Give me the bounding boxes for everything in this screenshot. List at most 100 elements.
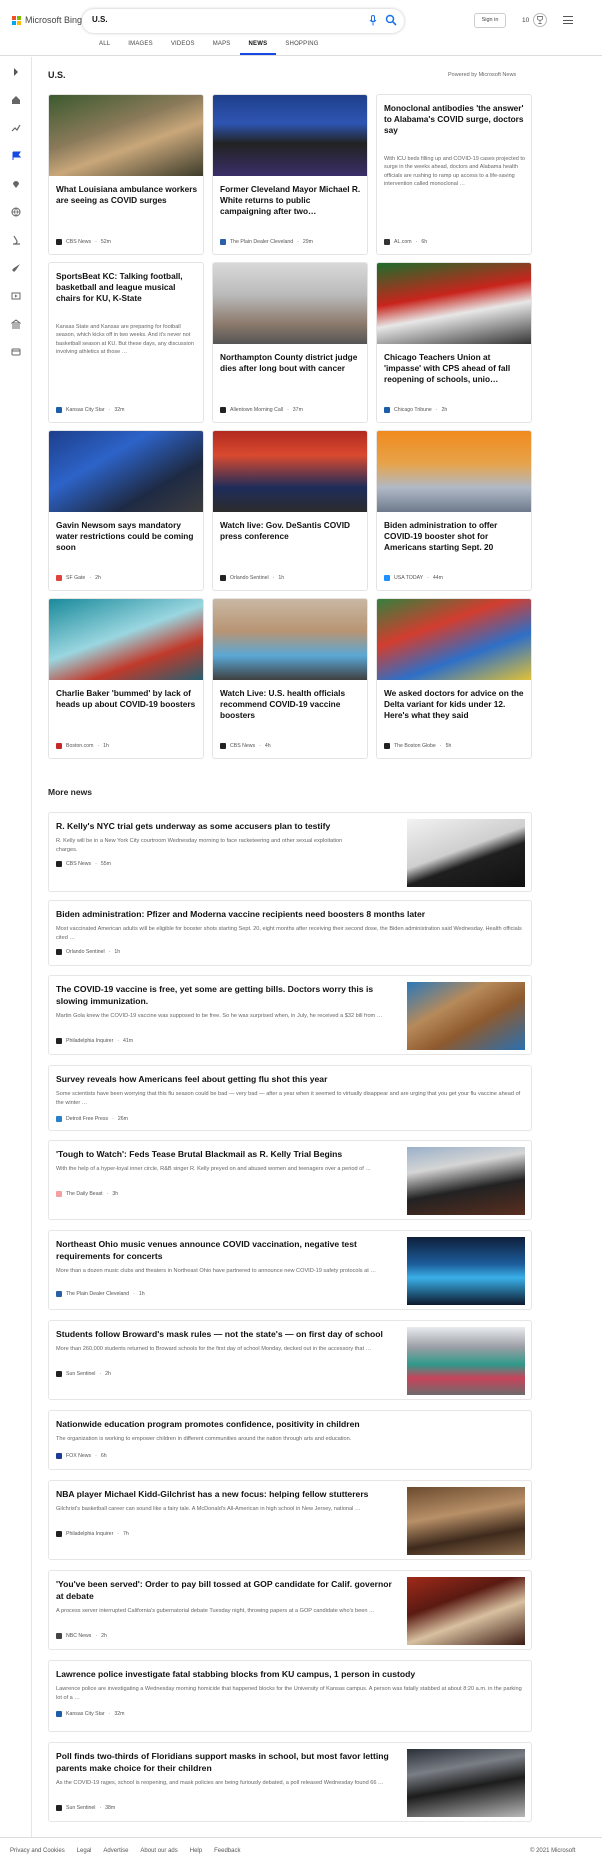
news-row-image[interactable] xyxy=(407,1749,525,1817)
news-row-title[interactable]: Nationwide education program promotes co… xyxy=(56,1418,526,1430)
news-card-title[interactable]: Monoclonal antibodies 'the answer' to Al… xyxy=(384,103,526,136)
news-card-source[interactable]: The Boston Globe · 5h xyxy=(384,743,451,749)
trending-icon[interactable] xyxy=(11,123,21,133)
news-row[interactable]: 'You've been served': Order to pay bill … xyxy=(48,1570,532,1650)
news-row-title[interactable]: The COVID-19 vaccine is free, yet some a… xyxy=(56,983,396,1007)
news-card-source[interactable]: AL.com · 6h xyxy=(384,239,427,245)
footer-privacy-link[interactable]: Privacy and Cookies xyxy=(10,1848,65,1854)
news-card-source[interactable]: Boston.com · 1h xyxy=(56,743,109,749)
news-card[interactable]: Charlie Baker 'bummed' by lack of heads … xyxy=(48,598,204,759)
news-row-source[interactable]: Sun Sentinel · 2h xyxy=(56,1371,111,1377)
news-card-source[interactable]: CBS News · 52m xyxy=(56,239,111,245)
news-card-title[interactable]: Gavin Newsom says mandatory water restri… xyxy=(56,520,198,553)
news-row-source[interactable]: CBS News · 55m xyxy=(56,861,111,867)
news-row[interactable]: Students follow Broward's mask rules — n… xyxy=(48,1320,532,1400)
news-card[interactable]: Watch Live: U.S. health officials recomm… xyxy=(212,598,368,759)
rocket-icon[interactable] xyxy=(11,263,21,273)
news-row-source[interactable]: Orlando Sentinel · 1h xyxy=(56,949,120,955)
news-card[interactable]: Former Cleveland Mayor Michael R. White … xyxy=(212,94,368,255)
news-row[interactable]: Northeast Ohio music venues announce COV… xyxy=(48,1230,532,1310)
search-box[interactable]: U.S. xyxy=(82,9,404,33)
news-card[interactable]: Northampton County district judge dies a… xyxy=(212,262,368,423)
news-card-title[interactable]: Biden administration to offer COVID-19 b… xyxy=(384,520,526,553)
bank-icon[interactable] xyxy=(11,319,21,329)
news-card-source[interactable]: The Plain Dealer Cleveland · 29m xyxy=(220,239,313,245)
news-row[interactable]: R. Kelly's NYC trial gets underway as so… xyxy=(48,812,532,892)
footer-help-link[interactable]: Help xyxy=(190,1848,202,1854)
news-row-source[interactable]: Philadelphia Inquirer · 7h xyxy=(56,1531,129,1537)
news-row-source[interactable]: NBC News · 2h xyxy=(56,1633,107,1639)
news-card-image[interactable] xyxy=(213,599,367,680)
tab-all[interactable]: ALL xyxy=(90,40,119,55)
tab-videos[interactable]: VIDEOS xyxy=(162,40,204,55)
film-icon[interactable] xyxy=(11,291,21,301)
news-card[interactable]: SportsBeat KC: Talking football, basketb… xyxy=(48,262,204,423)
news-card-image[interactable] xyxy=(49,599,203,680)
news-card-source[interactable]: SF Gate · 2h xyxy=(56,575,101,581)
news-row[interactable]: The COVID-19 vaccine is free, yet some a… xyxy=(48,975,532,1055)
news-row-image[interactable] xyxy=(407,1237,525,1305)
news-card-source[interactable]: Chicago Tribune · 2h xyxy=(384,407,447,413)
news-row-title[interactable]: Poll finds two-thirds of Floridians supp… xyxy=(56,1750,396,1774)
news-card-title[interactable]: Former Cleveland Mayor Michael R. White … xyxy=(220,184,362,217)
news-row-image[interactable] xyxy=(407,1147,525,1215)
rewards-button[interactable]: 10 xyxy=(522,13,548,27)
news-card-title[interactable]: Watch live: Gov. DeSantis COVID press co… xyxy=(220,520,362,542)
menu-icon[interactable] xyxy=(563,16,573,24)
news-row-title[interactable]: Northeast Ohio music venues announce COV… xyxy=(56,1238,396,1262)
sign-in-button[interactable]: Sign in xyxy=(474,13,506,28)
expand-icon[interactable] xyxy=(11,67,21,77)
footer-legal-link[interactable]: Legal xyxy=(77,1848,92,1854)
tab-news[interactable]: NEWS xyxy=(239,40,277,55)
news-row-title[interactable]: Lawrence police investigate fatal stabbi… xyxy=(56,1668,526,1680)
news-row-title[interactable]: 'You've been served': Order to pay bill … xyxy=(56,1578,396,1602)
microscope-icon[interactable] xyxy=(11,235,21,245)
news-row[interactable]: Survey reveals how Americans feel about … xyxy=(48,1065,532,1131)
news-card[interactable]: Gavin Newsom says mandatory water restri… xyxy=(48,430,204,591)
news-row-image[interactable] xyxy=(407,1577,525,1645)
news-card-source[interactable]: USA TODAY · 44m xyxy=(384,575,443,581)
news-card[interactable]: Watch live: Gov. DeSantis COVID press co… xyxy=(212,430,368,591)
news-card-title[interactable]: SportsBeat KC: Talking football, basketb… xyxy=(56,271,198,304)
news-card-title[interactable]: Charlie Baker 'bummed' by lack of heads … xyxy=(56,688,198,710)
news-card-title[interactable]: Chicago Teachers Union at 'impasse' with… xyxy=(384,352,526,385)
news-card-title[interactable]: Northampton County district judge dies a… xyxy=(220,352,362,374)
news-row-source[interactable]: Kansas City Star · 32m xyxy=(56,1711,124,1717)
news-row-image[interactable] xyxy=(407,1327,525,1395)
news-row-title[interactable]: Survey reveals how Americans feel about … xyxy=(56,1073,526,1085)
news-row-image[interactable] xyxy=(407,819,525,887)
news-row[interactable]: NBA player Michael Kidd-Gilchrist has a … xyxy=(48,1480,532,1560)
news-card-image[interactable] xyxy=(377,599,531,680)
news-card-source[interactable]: Kansas City Star · 32m xyxy=(56,407,124,413)
news-row-image[interactable] xyxy=(407,982,525,1050)
news-row-title[interactable]: 'Tough to Watch': Feds Tease Brutal Blac… xyxy=(56,1148,396,1160)
location-icon[interactable] xyxy=(11,179,21,189)
search-icon[interactable] xyxy=(385,14,397,26)
news-card-image[interactable] xyxy=(213,263,367,344)
powered-by-label[interactable]: Powered by Microsoft News xyxy=(448,72,516,78)
footer-feedback-link[interactable]: Feedback xyxy=(214,1848,240,1854)
news-card-source[interactable]: Allentown Morning Call · 37m xyxy=(220,407,303,413)
news-row-title[interactable]: R. Kelly's NYC trial gets underway as so… xyxy=(56,820,356,832)
news-card-title[interactable]: We asked doctors for advice on the Delta… xyxy=(384,688,526,721)
home-icon[interactable] xyxy=(11,95,21,105)
news-card-image[interactable] xyxy=(49,95,203,176)
wallet-icon[interactable] xyxy=(11,347,21,357)
news-row-image[interactable] xyxy=(407,1487,525,1555)
news-card[interactable]: We asked doctors for advice on the Delta… xyxy=(376,598,532,759)
news-card-image[interactable] xyxy=(213,431,367,512)
news-card[interactable]: What Louisiana ambulance workers are see… xyxy=(48,94,204,255)
news-card-image[interactable] xyxy=(49,431,203,512)
news-card[interactable]: Monoclonal antibodies 'the answer' to Al… xyxy=(376,94,532,255)
news-card[interactable]: Chicago Teachers Union at 'impasse' with… xyxy=(376,262,532,423)
news-card-source[interactable]: CBS News · 4h xyxy=(220,743,271,749)
news-row-source[interactable]: The Daily Beast · 3h xyxy=(56,1191,118,1197)
news-row-source[interactable]: The Plain Dealer Cleveland · 1h xyxy=(56,1291,145,1297)
search-input[interactable]: U.S. xyxy=(92,15,108,24)
news-card-image[interactable] xyxy=(213,95,367,176)
news-row-title[interactable]: NBA player Michael Kidd-Gilchrist has a … xyxy=(56,1488,396,1500)
news-card-image[interactable] xyxy=(377,263,531,344)
news-card[interactable]: Biden administration to offer COVID-19 b… xyxy=(376,430,532,591)
news-row[interactable]: Nationwide education program promotes co… xyxy=(48,1410,532,1470)
news-row[interactable]: Lawrence police investigate fatal stabbi… xyxy=(48,1660,532,1732)
